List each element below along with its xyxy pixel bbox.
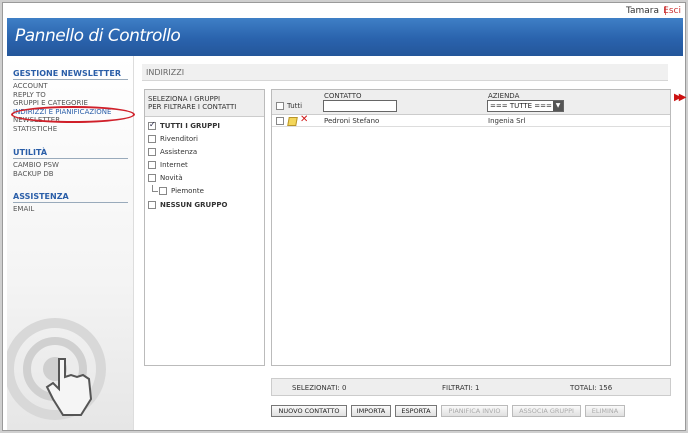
group-label: TUTTI I GRUPPI (160, 122, 220, 130)
checkbox[interactable] (159, 187, 167, 195)
selected-count: SELEZIONATI: 0 (292, 384, 347, 392)
sidebar-heading: ASSISTENZA (13, 192, 128, 203)
pointing-hand-icon (7, 318, 106, 420)
top-bar: Tamara | Esci (3, 3, 685, 18)
row-checkbox[interactable] (276, 117, 284, 125)
group-label: Rivenditori (160, 135, 198, 143)
sidebar-item-cambio-psw[interactable]: CAMBIO PSW (13, 161, 128, 170)
checkbox-checked[interactable] (148, 120, 156, 130)
pencil-edit-icon[interactable] (287, 117, 298, 126)
group-item-nessun[interactable]: NESSUN GRUPPO (148, 201, 227, 210)
new-contact-button[interactable]: NUOVO CONTATTO (271, 405, 347, 417)
group-label: NESSUN GRUPPO (160, 201, 228, 209)
delete-button[interactable]: ELIMINA (585, 405, 625, 417)
group-label: Internet (160, 161, 188, 169)
group-label: Assistenza (160, 148, 198, 156)
select-all-label: Tutti (287, 102, 303, 110)
checkbox[interactable] (148, 148, 156, 156)
group-item-piemonte[interactable]: Piemonte (159, 187, 204, 196)
checkbox[interactable] (148, 161, 156, 169)
tree-connector (152, 185, 158, 192)
sidebar-section-newsletter: GESTIONE NEWSLETTER ACCOUNT REPLY TO GRU… (13, 69, 128, 133)
azienda-header: AZIENDA (488, 92, 520, 100)
logout-link[interactable]: Esci (663, 6, 681, 16)
azienda-filter-select[interactable]: === TUTTE === ▼ (487, 100, 564, 112)
contatto-header: CONTATTO (324, 92, 362, 100)
group-item-rivenditori[interactable]: Rivenditori (148, 135, 198, 144)
sidebar-item-reply-to[interactable]: REPLY TO (13, 91, 128, 100)
groups-header-line: PER FILTRARE I CONTATTI (148, 103, 237, 111)
azienda-selected-value: === TUTTE === (490, 102, 552, 110)
select-all-checkbox[interactable] (276, 102, 284, 110)
sidebar: GESTIONE NEWSLETTER ACCOUNT REPLY TO GRU… (7, 56, 135, 430)
checkbox[interactable] (148, 174, 156, 182)
schedule-button[interactable]: PIANIFICA INVIO (441, 405, 508, 417)
groups-panel-header: SELEZIONA I GRUPPI PER FILTRARE I CONTAT… (145, 90, 264, 117)
sidebar-item-backup-db[interactable]: BACKUP DB (13, 170, 128, 179)
contatto-cell: Pedroni Stefano (324, 117, 380, 125)
groups-header-line: SELEZIONA I GRUPPI (148, 95, 221, 103)
double-arrow-right-icon[interactable]: ▶▶ (674, 92, 687, 103)
stats-bar: SELEZIONATI: 0 FILTRATI: 1 TOTALI: 156 (271, 378, 671, 396)
action-buttons: NUOVO CONTATTO IMPORTA ESPORTA PIANIFICA… (271, 405, 671, 419)
chevron-down-icon[interactable]: ▼ (553, 101, 563, 111)
sidebar-heading: GESTIONE NEWSLETTER (13, 69, 128, 80)
group-item-tutti[interactable]: TUTTI I GRUPPI (148, 120, 220, 131)
delete-x-icon[interactable]: ✕ (300, 114, 308, 125)
group-label: Piemonte (171, 187, 204, 195)
app-window: Tamara | Esci Pannello di Controllo GEST… (2, 2, 687, 431)
contacts-table: Tutti CONTATTO AZIENDA === TUTTE === ▼ ✕… (271, 89, 671, 366)
groups-panel: SELEZIONA I GRUPPI PER FILTRARE I CONTAT… (144, 89, 265, 366)
group-item-novita[interactable]: Novità (148, 174, 183, 183)
sidebar-section-assistenza: ASSISTENZA EMAIL (13, 192, 128, 214)
total-count: TOTALI: 156 (570, 384, 613, 392)
group-label: Novità (160, 174, 183, 182)
group-item-internet[interactable]: Internet (148, 161, 188, 170)
sidebar-section-utilita: UTILITÀ CAMBIO PSW BACKUP DB (13, 148, 128, 178)
sidebar-item-statistiche[interactable]: STATISTICHE (13, 125, 128, 134)
sidebar-item-email[interactable]: EMAIL (13, 205, 128, 214)
import-button[interactable]: IMPORTA (351, 405, 391, 417)
export-button[interactable]: ESPORTA (395, 405, 437, 417)
contatto-filter-input[interactable] (323, 100, 397, 112)
header-banner: Pannello di Controllo (7, 18, 683, 56)
sidebar-heading: UTILITÀ (13, 148, 128, 159)
table-row[interactable]: ✕ Pedroni Stefano Ingenia Srl (272, 114, 670, 127)
sidebar-item-account[interactable]: ACCOUNT (13, 82, 128, 91)
filtered-count: FILTRATI: 1 (442, 384, 480, 392)
section-title: INDIRIZZI (142, 64, 668, 81)
username-label: Tamara (625, 6, 659, 16)
checkbox[interactable] (148, 135, 156, 143)
checkbox[interactable] (148, 201, 156, 209)
azienda-cell: Ingenia Srl (488, 117, 526, 125)
group-item-assistenza[interactable]: Assistenza (148, 148, 197, 157)
highlight-annotation (11, 106, 135, 123)
main-content: INDIRIZZI SELEZIONA I GRUPPI PER FILTRAR… (134, 56, 687, 430)
assign-groups-button[interactable]: ASSOCIA GRUPPI (512, 405, 581, 417)
page-title: Pannello di Controllo (15, 26, 181, 46)
table-header: Tutti CONTATTO AZIENDA === TUTTE === ▼ (272, 90, 670, 115)
